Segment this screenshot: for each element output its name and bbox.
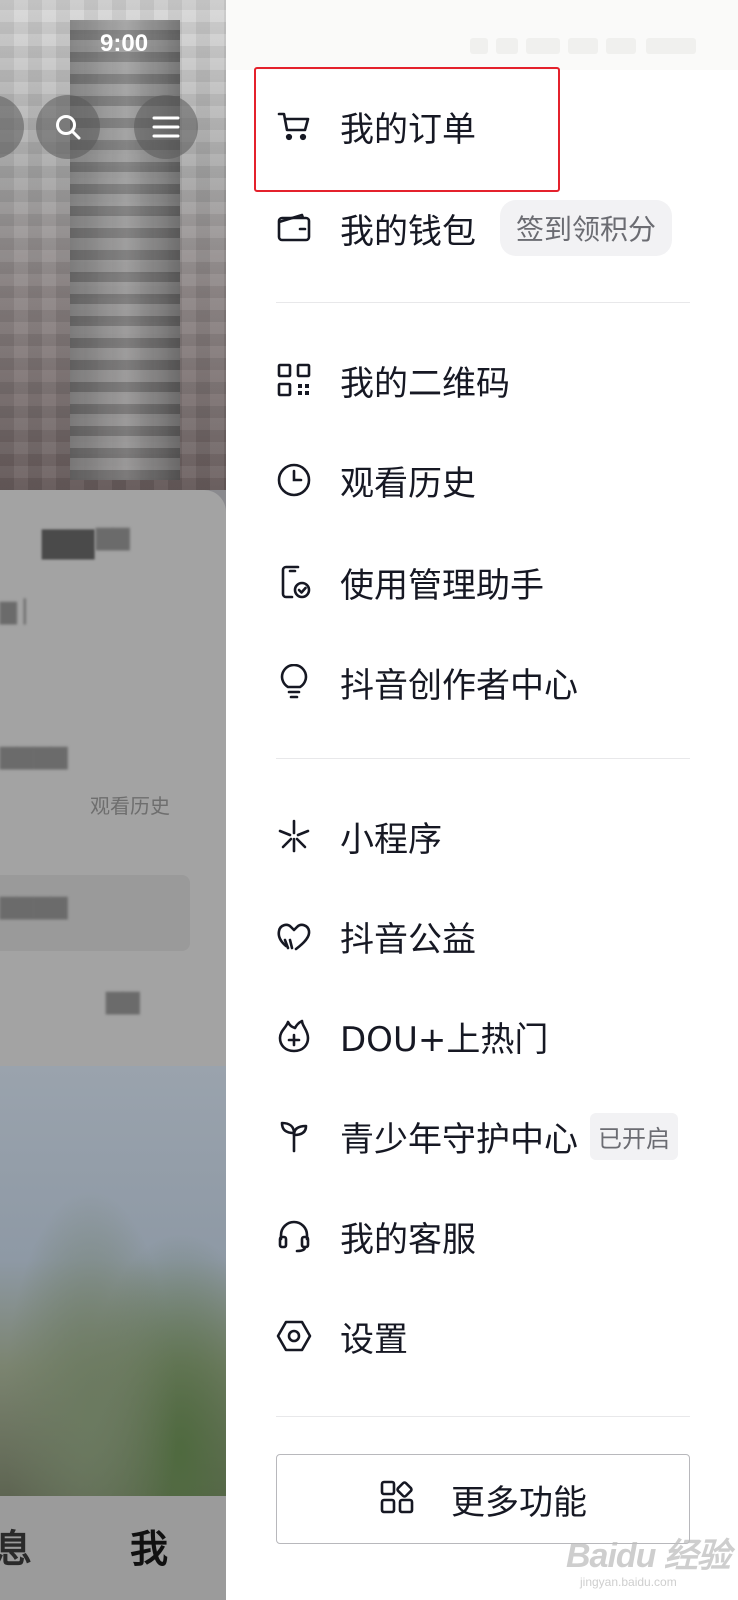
- search-button[interactable]: [36, 95, 100, 159]
- profile-stat-label-blurred: ▇▇: [96, 526, 130, 551]
- watermark-sub-text: jingyan.baidu.com: [580, 1575, 677, 1589]
- profile-tab-blurred: ▇▇: [106, 990, 140, 1015]
- menu-item-wallet[interactable]: 我的钱包 签到领积分: [276, 188, 673, 268]
- asterisk-icon: [276, 818, 312, 854]
- menu-item-label: 观看历史: [340, 463, 476, 504]
- history-link[interactable]: 观看历史: [90, 790, 170, 819]
- menu-item-label: 使用管理助手: [340, 565, 544, 606]
- divider: [276, 758, 690, 759]
- profile-stat-blurred: ▆▆: [42, 520, 95, 560]
- phone-check-icon: [276, 564, 312, 600]
- profile-button-text-blurred: ▇▇▇▇: [0, 895, 68, 920]
- menu-item-creator-center[interactable]: 抖音创作者中心: [276, 642, 578, 722]
- youth-mode-status-badge: 已开启: [590, 1112, 678, 1160]
- menu-item-usage-manager[interactable]: 使用管理助手: [276, 542, 544, 622]
- menu-item-label: 青少年守护中心: [340, 1119, 578, 1160]
- wallet-icon: [276, 210, 312, 246]
- profile-bio-blurred: ▇ ▏: [0, 600, 41, 625]
- menu-item-settings[interactable]: 设置: [276, 1296, 408, 1376]
- search-icon: [56, 115, 81, 140]
- divider: [276, 1416, 690, 1417]
- profile-info-card: [0, 490, 226, 1070]
- menu-item-label: 抖音创作者中心: [340, 665, 578, 706]
- menu-item-watch-history[interactable]: 观看历史: [276, 440, 476, 520]
- checkin-points-badge[interactable]: 签到领积分: [500, 200, 673, 256]
- status-bar-icons: [226, 0, 738, 70]
- video-thumbnail[interactable]: [0, 1066, 226, 1496]
- clock-icon: [276, 462, 312, 498]
- tab-me[interactable]: 我: [130, 1518, 168, 1573]
- menu-item-label: DOU+上热门: [340, 1019, 549, 1060]
- headset-icon: [276, 1218, 312, 1254]
- menu-button[interactable]: [134, 95, 198, 159]
- sprout-icon: [276, 1118, 312, 1154]
- flame-plus-icon: [276, 1018, 312, 1054]
- menu-item-label: 我的二维码: [340, 363, 510, 404]
- menu-item-charity[interactable]: 抖音公益: [276, 896, 476, 976]
- watermark-main-text: Baidu 经验: [566, 1537, 731, 1575]
- profile-page-background: ▆▆ ▇▇ ▇ ▏ ▇▇▇▇ 观看历史 ▇▇▇▇ ▇▇ 息 我 9:00: [0, 0, 226, 1600]
- menu-item-mini-programs[interactable]: 小程序: [276, 796, 442, 876]
- settings-hexagon-icon: [276, 1318, 312, 1354]
- bottom-tab-bar: [0, 1496, 226, 1600]
- profile-text-blurred: ▇▇▇▇: [0, 745, 68, 770]
- menu-item-label: 小程序: [340, 819, 442, 860]
- apps-icon: [379, 1479, 415, 1519]
- more-functions-label: 更多功能: [451, 1482, 587, 1523]
- menu-item-label: 我的客服: [340, 1219, 476, 1260]
- menu-item-customer-service[interactable]: 我的客服: [276, 1196, 476, 1276]
- heart-icon: [276, 918, 312, 954]
- baidu-watermark: Baidu 经验 jingyan.baidu.com: [566, 1528, 731, 1589]
- menu-item-youth-protection[interactable]: 青少年守护中心 已开启: [276, 1096, 678, 1176]
- highlight-annotation: [254, 67, 560, 192]
- menu-item-dou-plus[interactable]: DOU+上热门: [276, 996, 548, 1076]
- cover-photo-building: [70, 20, 180, 480]
- menu-item-label: 抖音公益: [340, 919, 476, 960]
- menu-item-label: 设置: [340, 1319, 408, 1360]
- menu-item-qrcode[interactable]: 我的二维码: [276, 340, 510, 420]
- hamburger-icon: [152, 116, 180, 138]
- lightbulb-icon: [276, 664, 312, 700]
- qrcode-icon: [276, 362, 312, 398]
- tab-message[interactable]: 息: [0, 1518, 32, 1573]
- menu-item-label: 我的钱包: [340, 211, 476, 252]
- status-bar-time: 9:00: [100, 30, 149, 57]
- divider: [276, 302, 690, 303]
